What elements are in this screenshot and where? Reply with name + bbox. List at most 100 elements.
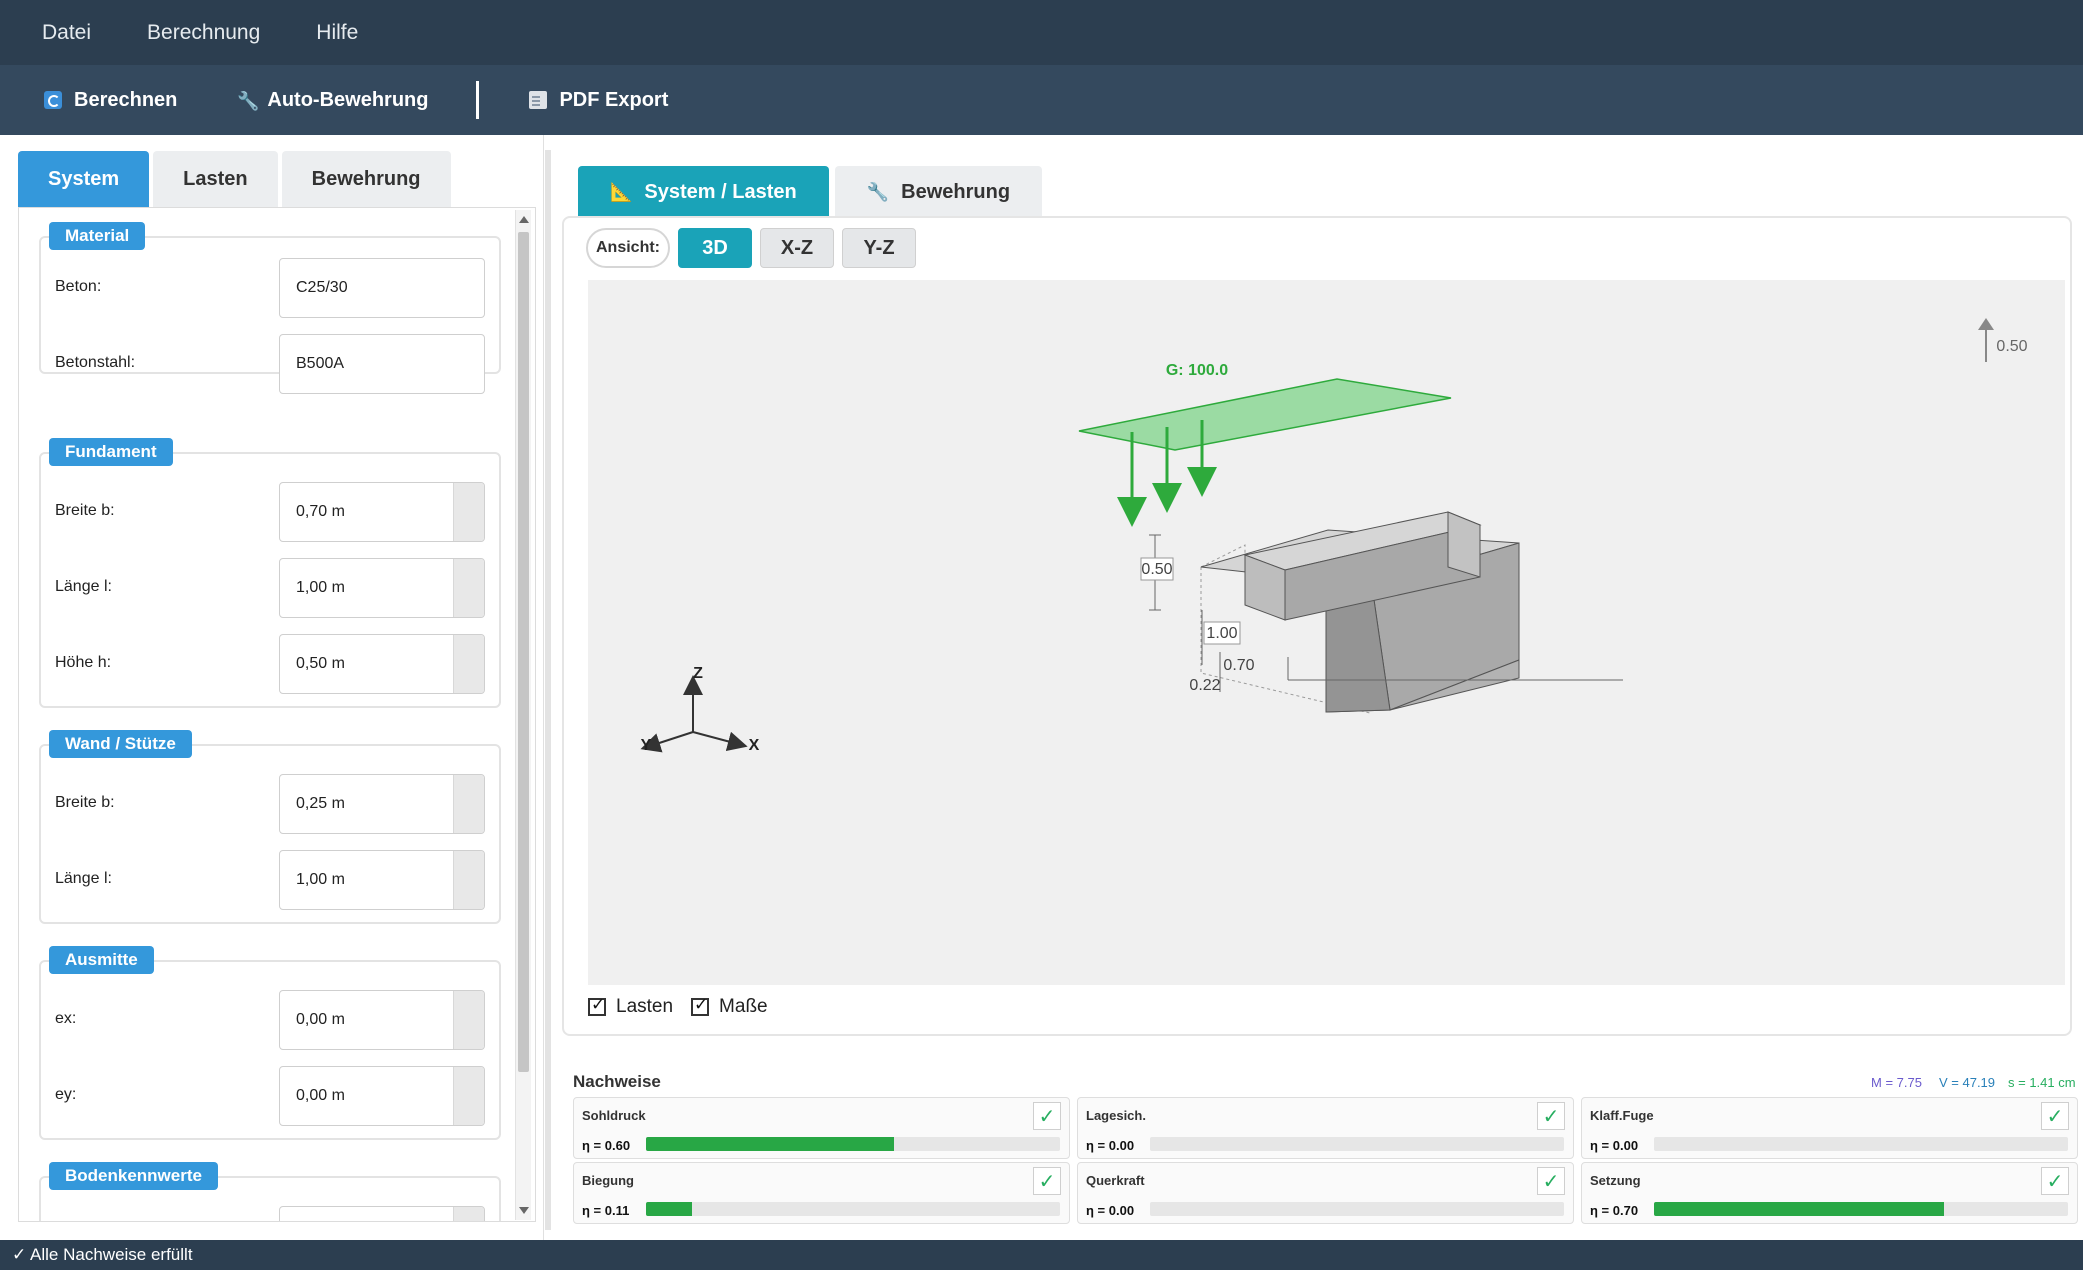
check-mark-icon: ✓ <box>2041 1167 2069 1195</box>
scroll-down-icon[interactable] <box>519 1207 529 1214</box>
view-label: Ansicht: <box>586 228 670 268</box>
check-title: Querkraft <box>1086 1173 1145 1188</box>
stat-settlement: s = 1.41 cm <box>2008 1075 2076 1090</box>
ex-label: ex: <box>55 1010 77 1027</box>
check-card: Lagesich. ✓ η = 0.00 <box>1077 1097 1574 1159</box>
tab-system-lasten[interactable]: 📐 System / Lasten <box>578 166 829 218</box>
checkbox-masse-label[interactable]: Maße <box>719 996 768 1018</box>
scroll-thumb[interactable] <box>518 232 529 1072</box>
pdf-export-button[interactable]: PDF Export <box>529 89 668 112</box>
ey-label: ey: <box>55 1086 77 1103</box>
material-heading: Material <box>49 222 146 250</box>
fundament-breite-input[interactable]: 0,70 m <box>279 482 485 542</box>
auto-reinforcement-button[interactable]: 🔧 Auto-Bewehrung <box>237 89 428 112</box>
check-title: Lagesich. <box>1086 1108 1146 1123</box>
fundament-heading: Fundament <box>49 438 173 466</box>
tab-bewehrung-view[interactable]: 🔧 Bewehrung <box>834 166 1043 218</box>
system-form: Material Beton: C25/30 Betonstahl: B500A… <box>18 207 536 1222</box>
wand-laenge-input[interactable]: 1,00 m <box>279 850 485 910</box>
check-card: Klaff.Fuge ✓ η = 0.00 <box>1581 1097 2078 1159</box>
axis-z-label: Z <box>693 665 703 682</box>
wand-group: Breite b: 0,25 m Länge l: 1,00 m <box>39 744 501 924</box>
wrench-icon: 🔧 <box>237 91 260 111</box>
checkbox-lasten[interactable] <box>588 995 606 1016</box>
tab-bewehrung[interactable]: Bewehrung <box>281 151 451 207</box>
check-title: Biegung <box>582 1173 634 1188</box>
ausmitte-heading: Ausmitte <box>49 946 154 974</box>
fundament-breite-row: Breite b: 0,70 m <box>55 482 489 542</box>
menu-datei[interactable]: Datei <box>42 21 91 45</box>
checkbox-masse[interactable] <box>691 995 710 1016</box>
menu-berechnung[interactable]: Berechnung <box>147 21 260 45</box>
tab-system-lasten-label: System / Lasten <box>644 180 797 203</box>
dim-height-label: 0.50 <box>1141 561 1172 578</box>
boden-row <box>55 1206 489 1221</box>
fundament-group: Breite b: 0,70 m Länge l: 1,00 m Höhe h:… <box>39 452 501 708</box>
display-options: Lasten Maße <box>588 995 786 1018</box>
ey-row: ey: 0,00 m <box>55 1066 489 1126</box>
scale-arrow-icon <box>1978 318 1994 362</box>
3d-viewport[interactable]: G: 100.0 0.50 1.00 0.70 0.22 0.50 Z X Y <box>588 280 2065 985</box>
refresh-icon <box>44 91 62 109</box>
check-card: Querkraft ✓ η = 0.00 <box>1077 1162 1574 1224</box>
utilization-value: η = 0.00 <box>1590 1138 1639 1153</box>
check-mark-icon: ✓ <box>1537 1167 1565 1195</box>
fundament-hoehe-label: Höhe h: <box>55 654 112 671</box>
wand-heading: Wand / Stütze <box>49 730 192 758</box>
wand-breite-input[interactable]: 0,25 m <box>279 774 485 834</box>
ausmitte-group: ex: 0,00 m ey: 0,00 m <box>39 960 501 1140</box>
ex-row: ex: 0,00 m <box>55 990 489 1050</box>
utilization-fill <box>646 1202 692 1216</box>
view-xz-button[interactable]: X-Z <box>760 228 834 268</box>
menu-bar: Datei Berechnung Hilfe <box>0 0 2083 65</box>
beton-input[interactable]: C25/30 <box>279 258 485 318</box>
checkbox-lasten-label[interactable]: Lasten <box>616 996 673 1018</box>
axis-y-label: Y <box>641 737 652 754</box>
betonstahl-input[interactable]: B500A <box>279 334 485 394</box>
utilization-bar <box>1150 1202 1564 1216</box>
utilization-value: η = 0.11 <box>582 1203 630 1218</box>
view-3d-button[interactable]: 3D <box>678 228 752 268</box>
utilization-value: η = 0.00 <box>1086 1138 1135 1153</box>
beton-label: Beton: <box>55 278 102 295</box>
menu-hilfe[interactable]: Hilfe <box>316 21 358 45</box>
scroll-up-icon[interactable] <box>519 216 529 223</box>
form-scrollbar[interactable] <box>515 210 531 1220</box>
betonstahl-label: Betonstahl: <box>55 354 136 371</box>
check-mark-icon: ✓ <box>2041 1102 2069 1130</box>
fundament-hoehe-input[interactable]: 0,50 m <box>279 634 485 694</box>
input-panel: System Lasten Bewehrung Material Beton: … <box>4 135 544 1240</box>
scale-value-label: 0.50 <box>1996 338 2027 355</box>
view-yz-button[interactable]: Y-Z <box>842 228 916 268</box>
nachweise-title: Nachweise <box>573 1072 661 1091</box>
material-group: Beton: C25/30 Betonstahl: B500A <box>39 236 501 394</box>
dim-wall-label: 0.22 <box>1189 677 1220 694</box>
axis-triad-icon <box>640 675 748 753</box>
utilization-value: η = 0.70 <box>1590 1203 1639 1218</box>
check-title: Setzung <box>1590 1173 1641 1188</box>
wand-breite-label: Breite b: <box>55 794 115 811</box>
tab-lasten[interactable]: Lasten <box>153 151 278 207</box>
stat-shear: V = 47.19 <box>1939 1075 1996 1090</box>
fundament-breite-label: Breite b: <box>55 502 115 519</box>
dim-width-label: 0.70 <box>1223 657 1254 674</box>
ey-input[interactable]: 0,00 m <box>279 1066 485 1126</box>
tab-bewehrung-view-label: Bewehrung <box>901 180 1011 203</box>
check-title: Klaff.Fuge <box>1590 1108 1654 1123</box>
check-card: Setzung ✓ η = 0.70 <box>1581 1162 2078 1224</box>
check-mark-icon: ✓ <box>1033 1167 1061 1195</box>
fundament-laenge-row: Länge l: 1,00 m <box>55 558 489 618</box>
calculate-button[interactable]: Berechnen <box>44 89 177 112</box>
utilization-value: η = 0.60 <box>582 1138 631 1153</box>
ex-input[interactable]: 0,00 m <box>279 990 485 1050</box>
status-text: ✓ Alle Nachweise erfüllt <box>12 1245 193 1264</box>
view-tabs: 📐 System / Lasten 🔧 Bewehrung <box>578 166 1048 218</box>
stat-moment: M = 7.75 <box>1871 1075 1922 1090</box>
fundament-laenge-label: Länge l: <box>55 578 112 595</box>
tab-system[interactable]: System <box>18 151 150 207</box>
utilization-bar <box>646 1202 1060 1216</box>
status-bar: ✓ Alle Nachweise erfüllt <box>0 1240 2083 1270</box>
boden-input[interactable] <box>279 1206 485 1221</box>
panel-splitter[interactable] <box>545 150 551 1230</box>
fundament-laenge-input[interactable]: 1,00 m <box>279 558 485 618</box>
